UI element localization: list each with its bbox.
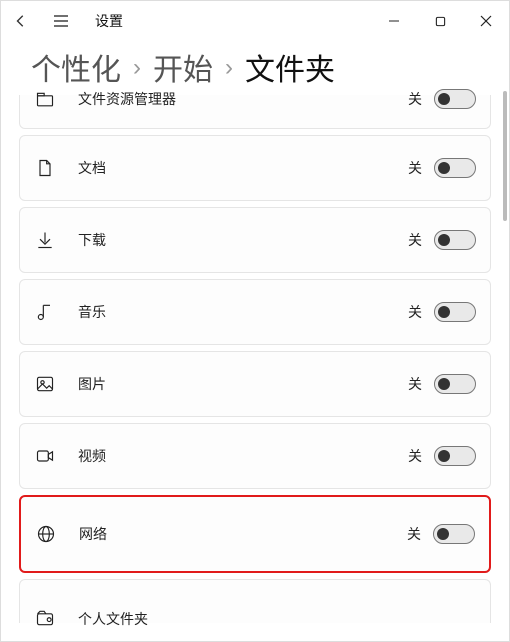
toggle-pictures[interactable] [434, 374, 476, 394]
toggle-state-label: 关 [408, 230, 422, 250]
app-title: 设置 [95, 11, 123, 31]
toggle-music[interactable] [434, 302, 476, 322]
toggle-downloads[interactable] [434, 230, 476, 250]
toggle-network[interactable] [433, 524, 475, 544]
item-label: 下载 [78, 230, 408, 250]
item-label: 网络 [79, 524, 407, 544]
item-network: 网络 关 [19, 495, 491, 573]
close-button[interactable] [463, 1, 509, 41]
picture-icon [34, 373, 56, 395]
item-label: 个人文件夹 [78, 609, 476, 629]
toggle-videos[interactable] [434, 446, 476, 466]
item-personal-folder: 个人文件夹 [19, 579, 491, 623]
settings-list: 文件资源管理器 关 文档 关 下载 关 音乐 关 图片 关 [1, 95, 509, 623]
download-icon [34, 229, 56, 251]
item-music: 音乐 关 [19, 279, 491, 345]
toggle-state-label: 关 [408, 302, 422, 322]
personal-folder-icon [34, 607, 56, 629]
document-icon [34, 157, 56, 179]
item-pictures: 图片 关 [19, 351, 491, 417]
item-label: 音乐 [78, 302, 408, 322]
item-videos: 视频 关 [19, 423, 491, 489]
menu-button[interactable] [41, 1, 81, 41]
breadcrumb: 个性化 › 开始 › 文件夹 [1, 41, 509, 95]
toggle-state-label: 关 [408, 446, 422, 466]
video-icon [34, 445, 56, 467]
vertical-scrollbar[interactable] [503, 91, 507, 221]
toggle-state-label: 关 [408, 374, 422, 394]
item-label: 文件资源管理器 [78, 89, 408, 109]
item-label: 视频 [78, 446, 408, 466]
item-downloads: 下载 关 [19, 207, 491, 273]
maximize-button[interactable] [417, 1, 463, 41]
breadcrumb-sep: › [225, 54, 233, 82]
breadcrumb-current: 文件夹 [245, 45, 335, 89]
minimize-button[interactable] [371, 1, 417, 41]
toggle-state-label: 关 [407, 524, 421, 544]
toggle-state-label: 关 [408, 89, 422, 109]
toggle-state-label: 关 [408, 158, 422, 178]
breadcrumb-personalization[interactable]: 个性化 [31, 45, 121, 89]
network-icon [35, 523, 57, 545]
item-label: 文档 [78, 158, 408, 178]
back-button[interactable] [1, 1, 41, 41]
file-explorer-icon [34, 89, 56, 111]
music-icon [34, 301, 56, 323]
item-file-explorer: 文件资源管理器 关 [19, 95, 491, 129]
breadcrumb-start[interactable]: 开始 [153, 45, 213, 89]
item-label: 图片 [78, 374, 408, 394]
breadcrumb-sep: › [133, 54, 141, 82]
toggle-documents[interactable] [434, 158, 476, 178]
toggle-file-explorer[interactable] [434, 89, 476, 109]
item-documents: 文档 关 [19, 135, 491, 201]
title-bar: 设置 [1, 1, 509, 41]
